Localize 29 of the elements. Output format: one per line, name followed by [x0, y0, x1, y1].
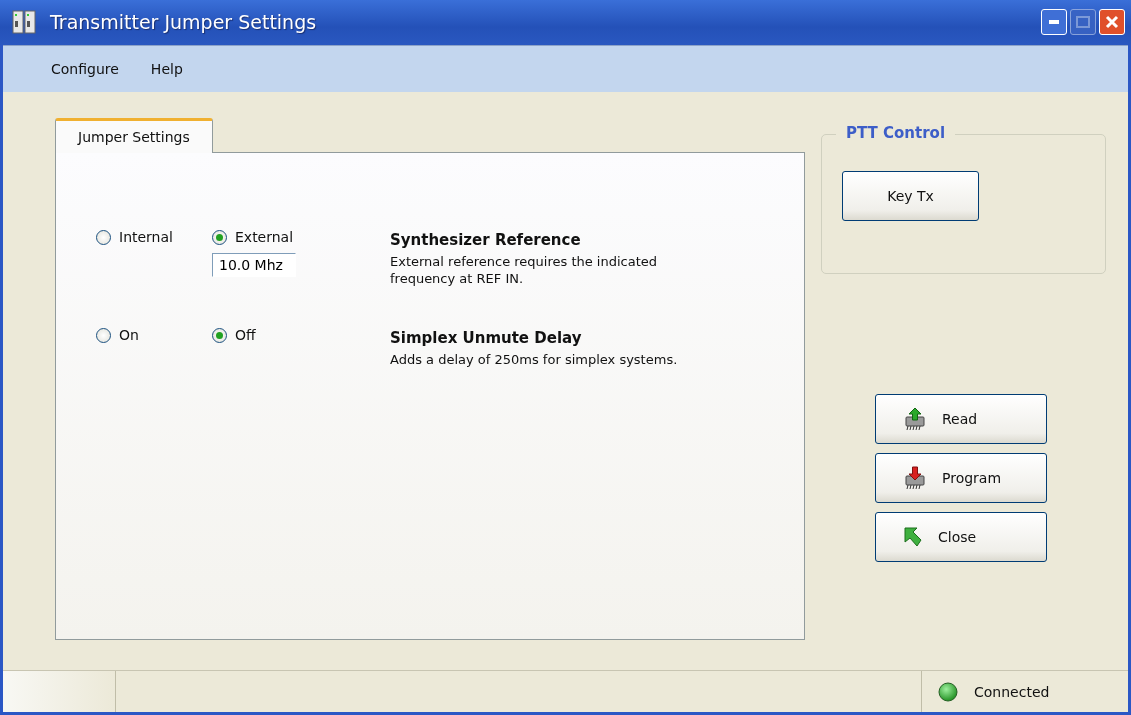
radio-button[interactable]: External [212, 229, 308, 246]
radio-button[interactable]: On [96, 327, 192, 344]
arrow-icon [902, 526, 924, 549]
setting-description: External reference requires the indicated frequency at REF IN. [390, 253, 659, 288]
setting-description: Adds a delay of 250ms for simplex systems. [390, 351, 679, 369]
window-title: Transmitter Jumper Settings [50, 11, 318, 34]
close-icon [1105, 15, 1119, 30]
maximize-icon [1076, 16, 1090, 29]
key-tx-button[interactable]: Key Tx [842, 171, 979, 222]
status-text: Connected [974, 683, 1050, 700]
maximize-button[interactable] [1070, 9, 1096, 36]
minimize-button[interactable] [1041, 9, 1067, 36]
setting-title: Synthesizer Reference [390, 231, 582, 250]
minimize-icon [1049, 20, 1059, 25]
status-led-icon [938, 681, 958, 702]
setting-title: Simplex Unmute Delay [390, 329, 583, 348]
close-button[interactable]: Close [875, 512, 1047, 563]
program-button[interactable]: Program [875, 453, 1047, 504]
close-button[interactable] [1099, 9, 1125, 36]
chip-download-icon [902, 466, 928, 491]
app-icon [12, 9, 36, 36]
frequency-field[interactable]: 10.0 Mhz [212, 253, 296, 278]
chip-upload-icon [902, 407, 928, 432]
tab[interactable]: Jumper Settings [55, 118, 213, 154]
radio-button[interactable]: Internal [96, 229, 192, 246]
radio-button[interactable]: Off [212, 327, 308, 344]
read-button[interactable]: Read [875, 394, 1047, 445]
menu-item[interactable]: Help [146, 56, 187, 81]
menu-item[interactable]: Configure [47, 56, 123, 81]
